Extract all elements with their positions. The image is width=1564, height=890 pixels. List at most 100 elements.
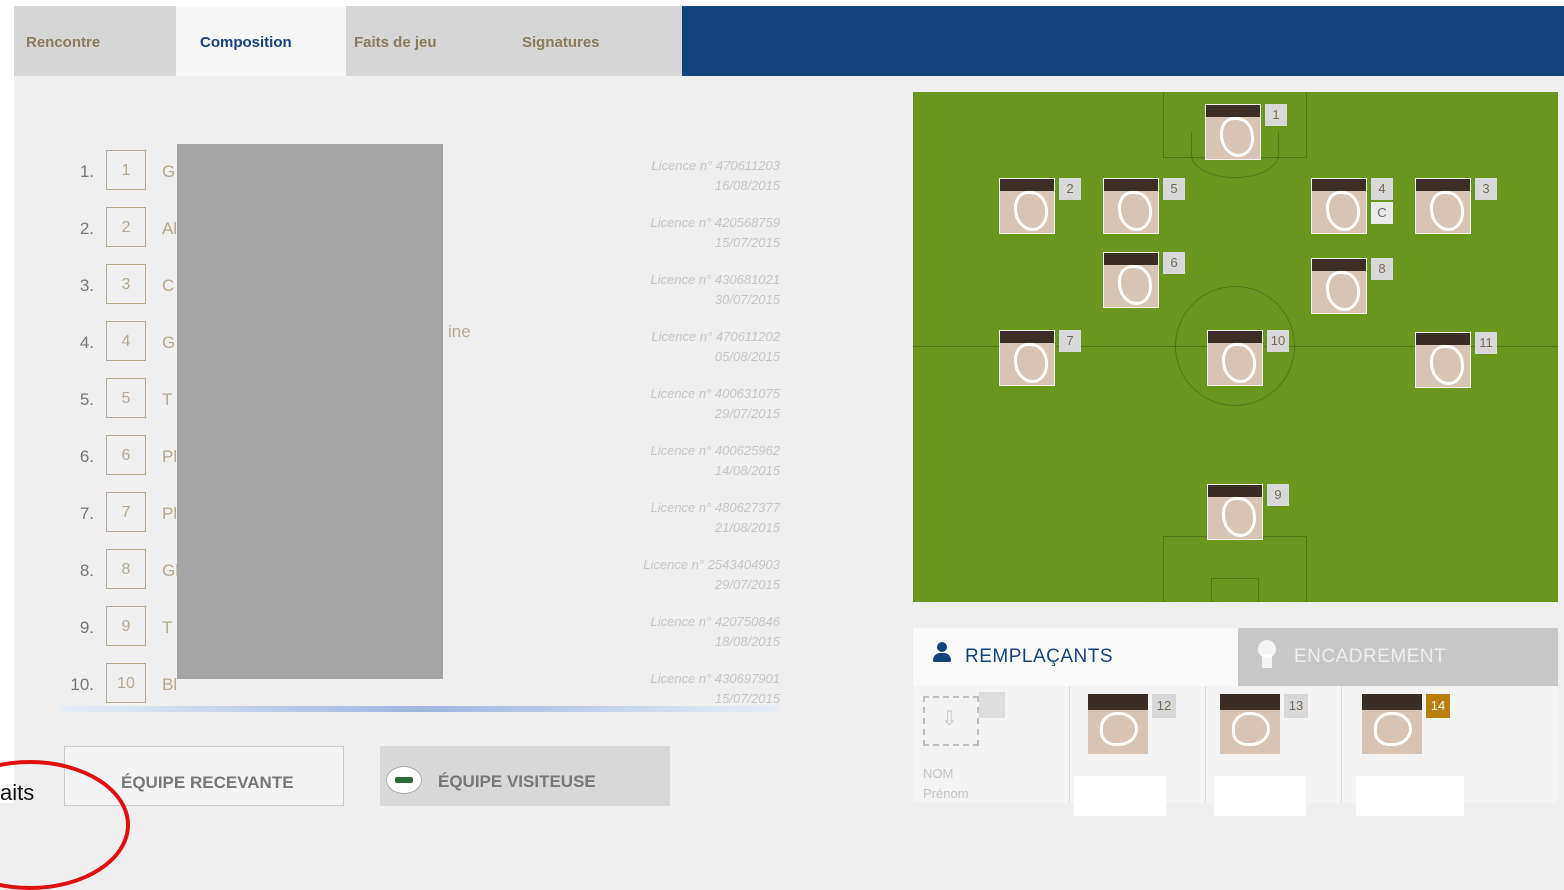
- tab-faits-de-jeu[interactable]: Faits de jeu: [346, 6, 512, 76]
- player-number-badge: 11: [1475, 332, 1497, 354]
- player-name-card: [1214, 776, 1306, 816]
- empty-number-badge: [979, 692, 1005, 718]
- header-blue-band: [682, 6, 1564, 76]
- add-player-drop-icon[interactable]: [923, 696, 979, 746]
- licence-number: Licence n° 420750846: [650, 614, 780, 629]
- player-name-card: [1356, 776, 1464, 816]
- jersey-number-box[interactable]: 6: [106, 435, 146, 475]
- licence-info: Licence n° 420568759 15/07/2015: [650, 213, 780, 253]
- jersey-number-box[interactable]: 4: [106, 321, 146, 361]
- licence-date: 29/07/2015: [714, 577, 780, 592]
- player-number-badge: 14: [1426, 694, 1450, 718]
- row-index: 9.: [79, 618, 94, 637]
- licence-info: Licence n° 400625962 14/08/2015: [650, 441, 780, 481]
- row-index: 8.: [79, 561, 94, 580]
- jersey-number-box[interactable]: 7: [106, 492, 146, 532]
- player-number-badge: 10: [1267, 330, 1289, 352]
- player-name: T: [162, 390, 173, 409]
- player-number-badge: 13: [1284, 694, 1308, 718]
- licence-date: 16/08/2015: [714, 178, 780, 193]
- formation-pitch: 1 2 5 4 C 3 6 8 7 10 11 9: [913, 92, 1558, 602]
- licence-info: Licence n° 480627377 21/08/2015: [650, 498, 780, 538]
- player-number-badge: 8: [1371, 258, 1393, 280]
- player-name: Pl: [162, 504, 178, 523]
- player-photo: [1103, 178, 1159, 234]
- add-substitute-slot[interactable]: NOM Prénom: [913, 686, 1069, 803]
- jersey-number-box[interactable]: 3: [106, 264, 146, 304]
- licence-info: Licence n° 430681021 30/07/2015: [650, 270, 780, 310]
- tab-substitutes[interactable]: REMPLAÇANTS: [913, 628, 1238, 686]
- tab-staff-label: ENCADREMENT: [1294, 646, 1447, 667]
- tab-signatures[interactable]: Signatures: [512, 6, 682, 76]
- captain-badge: C: [1371, 202, 1393, 224]
- substitute-card[interactable]: 13: [1205, 686, 1342, 816]
- jersey-number-box[interactable]: 5: [106, 378, 146, 418]
- licence-date: 15/07/2015: [714, 691, 780, 706]
- home-team-label: ÉQUIPE RECEVANTE: [121, 773, 294, 792]
- player-number-badge: 12: [1152, 694, 1176, 718]
- row-index: 3.: [79, 276, 94, 295]
- licence-number: Licence n° 2543404903: [643, 557, 780, 572]
- licence-number: Licence n° 430681021: [650, 272, 780, 287]
- player-number-badge: 5: [1163, 178, 1185, 200]
- row-index: 5.: [79, 390, 94, 409]
- jersey-number-box[interactable]: 1: [106, 150, 146, 190]
- tab-composition[interactable]: Composition: [176, 6, 346, 76]
- player-photo: [999, 330, 1055, 386]
- away-team-label: ÉQUIPE VISITEUSE: [438, 772, 596, 791]
- substitute-card[interactable]: 14: [1341, 686, 1478, 816]
- placeholder-firstname: Prénom: [923, 786, 969, 801]
- licence-number: Licence n° 470611203: [651, 158, 780, 173]
- player-number-badge: 9: [1267, 484, 1289, 506]
- licence-date: 29/07/2015: [714, 406, 780, 421]
- club-logo-icon: [386, 766, 422, 794]
- player-number-badge: 6: [1163, 252, 1185, 274]
- placeholder-name: NOM: [923, 766, 954, 781]
- away-team-button[interactable]: ÉQUIPE VISITEUSE: [380, 746, 670, 806]
- player-number-badge: 3: [1475, 178, 1497, 200]
- licence-number: Licence n° 480627377: [650, 500, 780, 515]
- person-icon: [933, 642, 951, 664]
- award-ribbon-icon: [1256, 640, 1278, 668]
- licence-info: Licence n° 470611202 05/08/2015: [651, 327, 780, 367]
- player-photo: [1415, 178, 1471, 234]
- tab-staff[interactable]: ENCADREMENT: [1238, 628, 1558, 686]
- jersey-number-box[interactable]: 9: [106, 606, 146, 646]
- licence-date: 14/08/2015: [714, 463, 780, 478]
- player-name: C: [162, 276, 175, 295]
- jersey-number-box[interactable]: 10: [106, 663, 146, 703]
- player-photo: [999, 178, 1055, 234]
- player-name: G: [162, 333, 176, 352]
- player-photo: [1311, 178, 1367, 234]
- player-photo: [1311, 258, 1367, 314]
- screen-frame-edge: [0, 0, 14, 803]
- licence-info: Licence n° 470611203 16/08/2015: [651, 156, 780, 196]
- list-scroll-indicator: [60, 706, 780, 712]
- licence-number: Licence n° 400631075: [650, 386, 780, 401]
- row-index: 1.: [79, 162, 94, 181]
- licence-date: 15/07/2015: [714, 235, 780, 250]
- player-name: Pl: [162, 447, 178, 466]
- player-name: G: [162, 162, 176, 181]
- jersey-number-box[interactable]: 8: [106, 549, 146, 589]
- licence-number: Licence n° 420568759: [650, 215, 780, 230]
- player-number-badge: 4: [1371, 178, 1393, 200]
- player-name: T: [162, 618, 173, 637]
- add-slot-placeholder: NOM Prénom: [923, 764, 969, 804]
- player-number-badge: 2: [1059, 178, 1081, 200]
- licence-info: Licence n° 2543404903 29/07/2015: [643, 555, 780, 595]
- licence-number: Licence n° 470611202: [651, 329, 780, 344]
- player-number-badge: 7: [1059, 330, 1081, 352]
- licence-date: 05/08/2015: [714, 349, 780, 364]
- bottom-goal-box: [1211, 578, 1259, 602]
- licence-date: 30/07/2015: [714, 292, 780, 307]
- tab-rencontre[interactable]: Rencontre: [14, 6, 176, 76]
- substitute-card[interactable]: 12: [1069, 686, 1206, 816]
- jersey-number-box[interactable]: 2: [106, 207, 146, 247]
- licence-info: Licence n° 400631075 29/07/2015: [650, 384, 780, 424]
- player-name: Al: [162, 219, 178, 238]
- player-photo: [1103, 252, 1159, 308]
- player-photo: [1205, 104, 1261, 160]
- row-index: 10.: [70, 675, 94, 694]
- player-name-card: [1074, 776, 1166, 816]
